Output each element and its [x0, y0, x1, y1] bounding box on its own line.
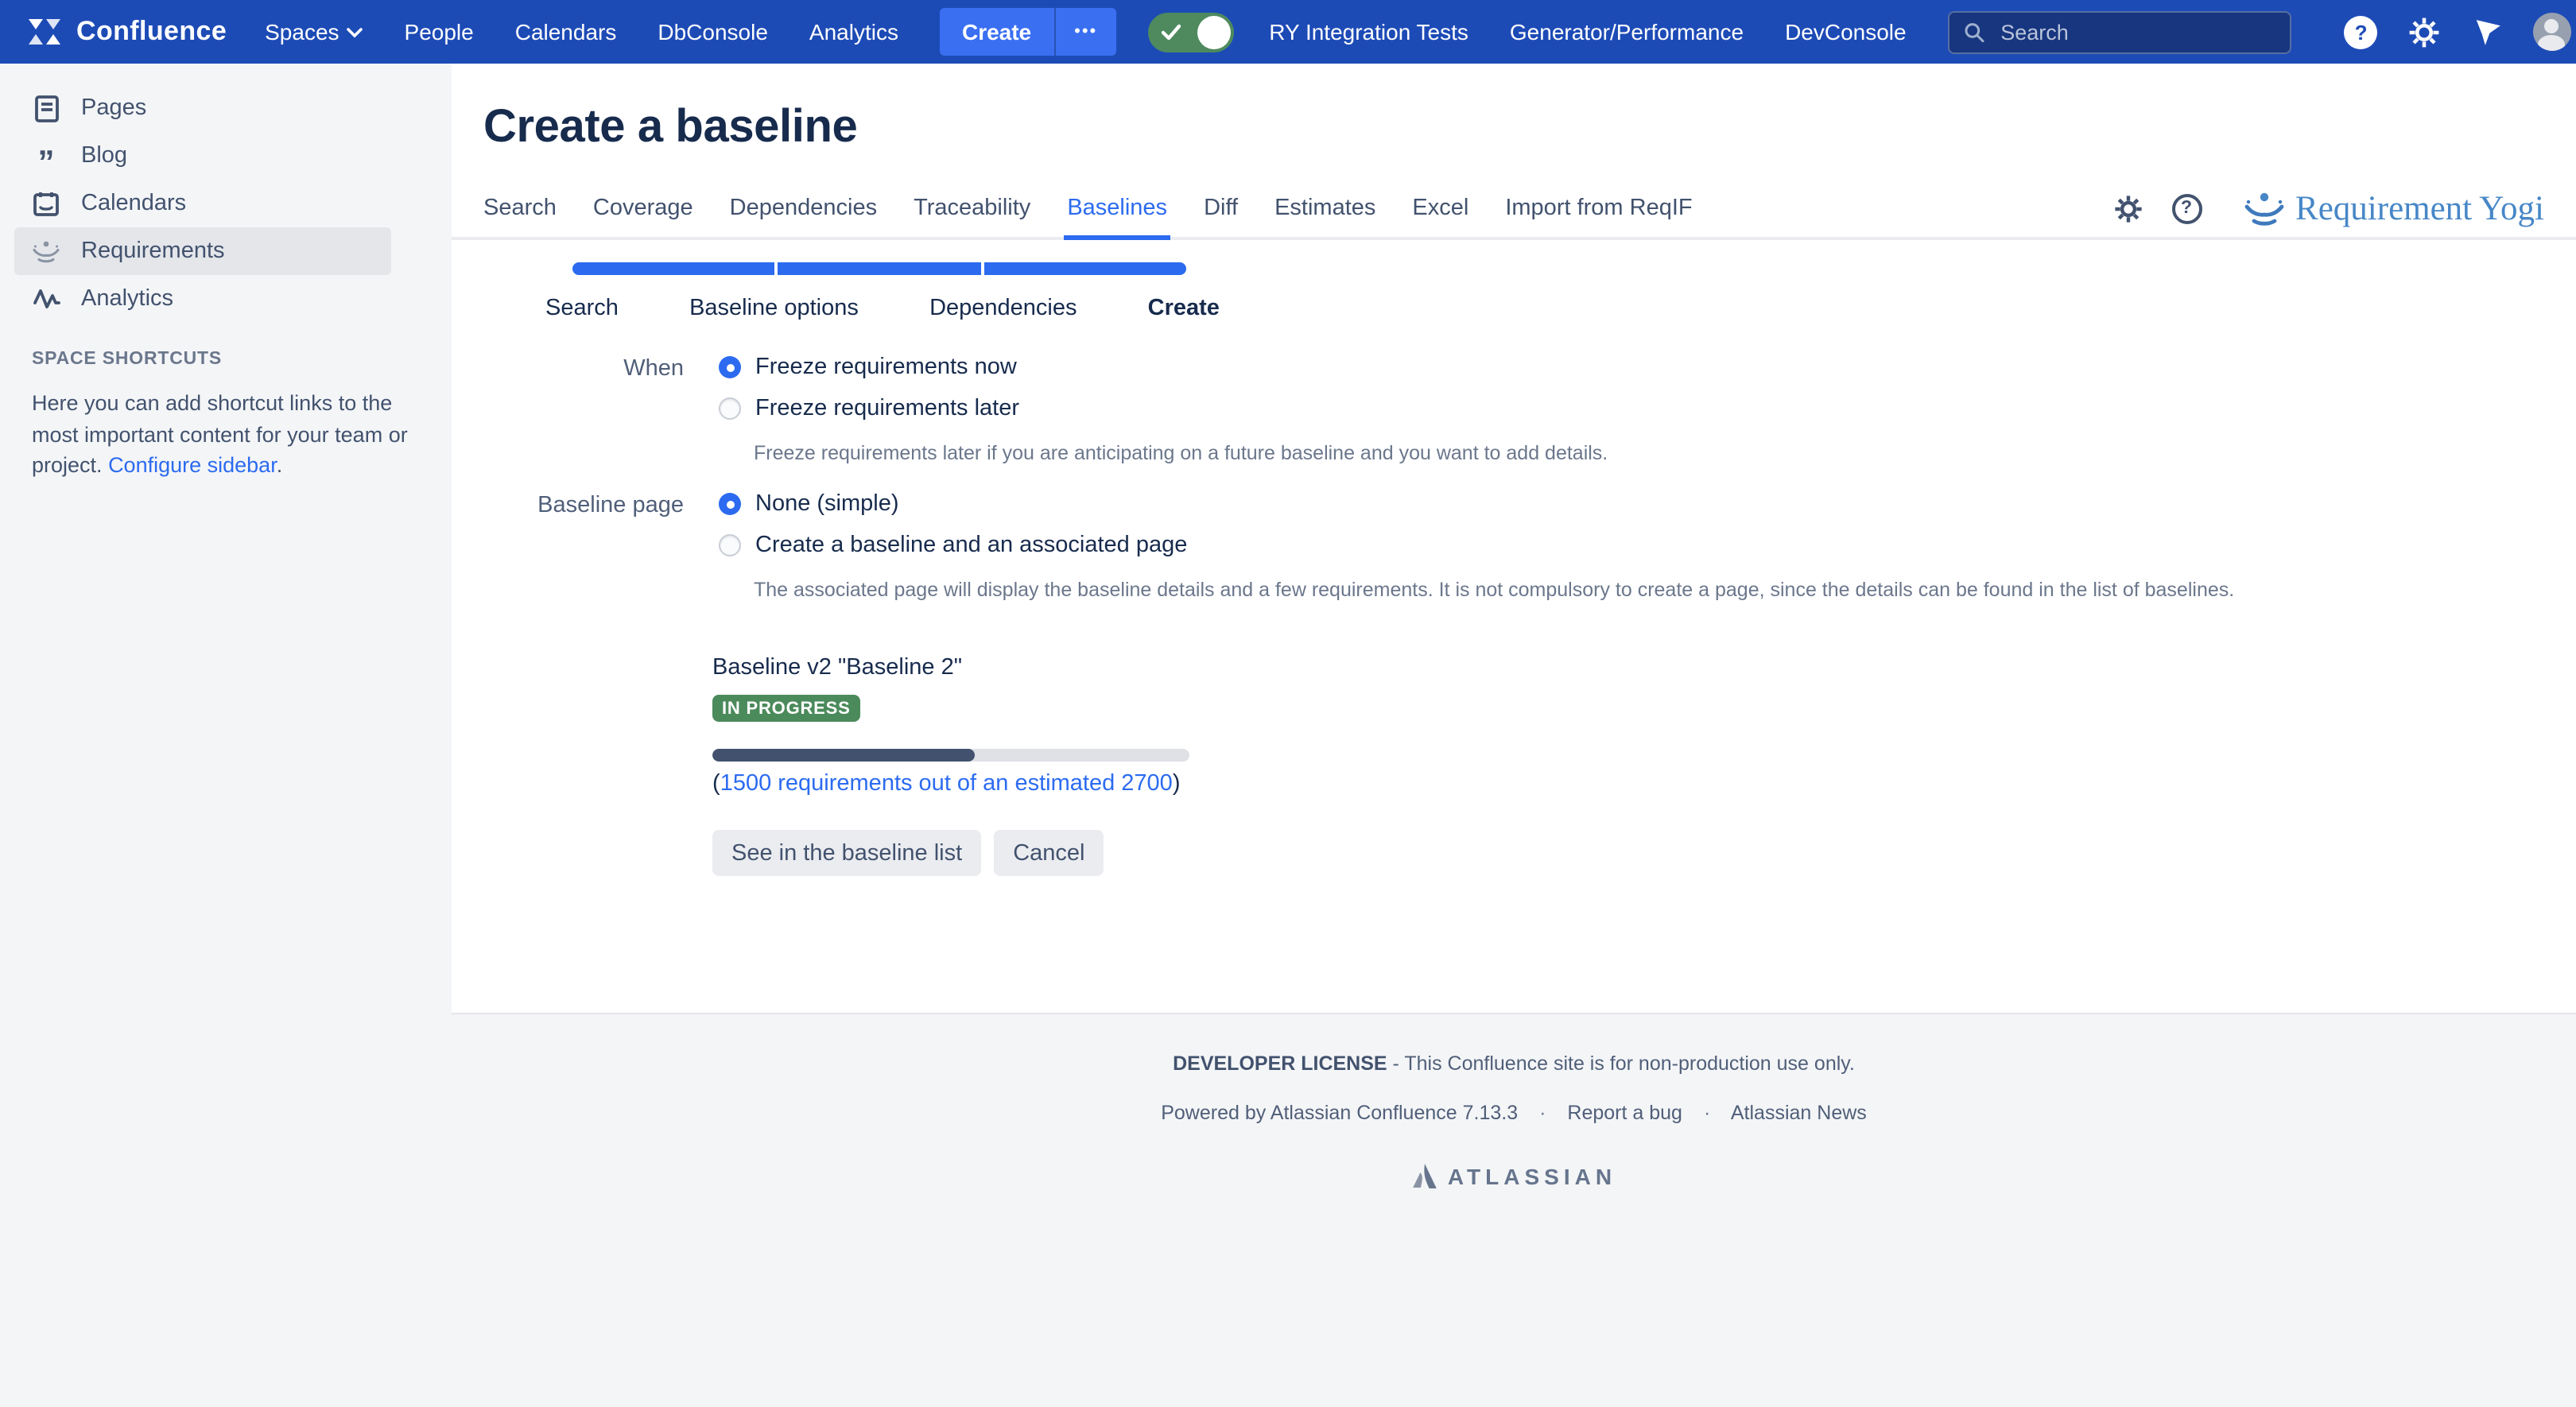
radio-checked-icon — [719, 493, 741, 515]
user-avatar[interactable] — [2533, 13, 2571, 51]
space-shortcuts-description: Here you can add shortcut links to the m… — [32, 388, 413, 481]
sidebar-item-calendars[interactable]: Calendars — [14, 180, 391, 227]
wizard-steps: Search Baseline options Dependencies Cre… — [545, 296, 1220, 321]
requirement-yogi-logo[interactable]: Requirement Yogi — [2243, 188, 2544, 228]
creation-progress-fill — [712, 749, 975, 762]
sidebar-item-pages[interactable]: Pages — [14, 84, 391, 132]
calendar-icon — [32, 191, 60, 216]
configure-sidebar-link[interactable]: Configure sidebar — [108, 453, 277, 477]
progress-caption: (1500 requirements out of an estimated 2… — [712, 771, 2576, 797]
wizard-step-create: Create — [1148, 296, 1220, 321]
feature-toggle[interactable] — [1148, 12, 1234, 52]
search-icon — [1964, 20, 1985, 44]
analytics-icon — [32, 288, 60, 310]
when-label: When — [452, 355, 684, 382]
settings-gear-icon[interactable] — [2406, 13, 2444, 51]
see-baseline-list-button[interactable]: See in the baseline list — [712, 830, 981, 876]
baseline-page-label: Baseline page — [452, 491, 684, 518]
feedback-icon[interactable] — [2469, 13, 2508, 51]
confluence-logo-icon — [25, 13, 64, 51]
radio-associated-page[interactable]: Create a baseline and an associated page — [719, 533, 2576, 558]
requirements-count-link[interactable]: 1500 requirements out of an estimated 27… — [720, 771, 1173, 797]
blog-icon: ” — [32, 141, 60, 171]
ry-help-icon[interactable]: ? — [2171, 193, 2202, 223]
creation-progress-bar — [712, 749, 1189, 762]
report-a-bug-link[interactable]: Report a bug — [1567, 1102, 1682, 1124]
radio-checked-icon — [719, 356, 741, 378]
tab-diff[interactable]: Diff — [1204, 180, 1238, 237]
when-help-text: Freeze requirements later if you are ant… — [754, 440, 2576, 467]
tab-estimates[interactable]: Estimates — [1274, 180, 1375, 237]
pages-icon — [32, 95, 60, 122]
atlassian-mark-icon — [1411, 1162, 1440, 1189]
yogi-logo-icon — [2243, 191, 2284, 226]
nav-dbconsole[interactable]: DbConsole — [658, 19, 768, 45]
nav-devconsole[interactable]: DevConsole — [1785, 19, 1907, 45]
main-content: Create a baseline Search Coverage Depend… — [452, 64, 2576, 1014]
wizard-step-dependencies[interactable]: Dependencies — [929, 296, 1077, 321]
chevron-down-icon — [347, 26, 363, 37]
sidebar-item-label: Analytics — [81, 286, 173, 312]
create-button[interactable]: Create — [940, 8, 1053, 56]
sidebar-item-label: Requirements — [81, 238, 225, 264]
tab-baselines[interactable]: Baselines — [1067, 180, 1167, 237]
radio-freeze-later[interactable]: Freeze requirements later — [719, 396, 2576, 421]
module-tabs: Search Coverage Dependencies Traceabilit… — [452, 180, 2576, 240]
sidebar-item-label: Pages — [81, 95, 146, 121]
atlassian-wordmark: ATLASSIAN — [1448, 1163, 1616, 1188]
nav-spaces[interactable]: Spaces — [265, 19, 363, 45]
license-notice: DEVELOPER LICENSE - This Confluence site… — [452, 1052, 2576, 1075]
atlassian-logo[interactable]: ATLASSIAN — [452, 1162, 2576, 1189]
wizard-step-baseline-options[interactable]: Baseline options — [689, 296, 859, 321]
nav-analytics[interactable]: Analytics — [809, 19, 898, 45]
powered-by-line: Powered by Atlassian Confluence 7.13.3 ·… — [452, 1102, 2576, 1124]
global-search[interactable] — [1948, 10, 2291, 53]
sidebar-item-analytics[interactable]: Analytics — [14, 275, 391, 323]
atlassian-news-link[interactable]: Atlassian News — [1731, 1102, 1867, 1124]
status-badge: IN PROGRESS — [712, 695, 860, 722]
tab-search[interactable]: Search — [483, 180, 557, 237]
yogi-icon — [32, 238, 60, 264]
tab-excel[interactable]: Excel — [1412, 180, 1468, 237]
radio-freeze-now[interactable]: Freeze requirements now — [719, 355, 2576, 380]
ry-settings-gear-icon[interactable] — [2112, 193, 2143, 223]
help-button[interactable]: ? — [2342, 13, 2380, 51]
baseline-name: Baseline v2 "Baseline 2" — [712, 655, 2576, 680]
toggle-knob — [1197, 15, 1231, 48]
nav-ry-integration-tests[interactable]: RY Integration Tests — [1269, 19, 1468, 45]
search-input[interactable] — [1997, 18, 2275, 45]
confluence-home-link[interactable]: Confluence — [25, 13, 227, 51]
tab-dependencies[interactable]: Dependencies — [730, 180, 877, 237]
page-title: Create a baseline — [483, 102, 2576, 154]
tab-coverage[interactable]: Coverage — [593, 180, 693, 237]
create-more-button[interactable]: ••• — [1053, 8, 1116, 56]
radio-unchecked-icon — [719, 534, 741, 556]
nav-calendars[interactable]: Calendars — [515, 19, 617, 45]
wizard-step-search[interactable]: Search — [545, 296, 619, 321]
baseline-form: When Freeze requirements now Freeze requ… — [452, 355, 2576, 628]
space-sidebar: Pages ” Blog Calendars Requirements Anal… — [0, 64, 452, 1407]
tab-traceability[interactable]: Traceability — [914, 180, 1030, 237]
baseline-page-help-text: The associated page will display the bas… — [754, 577, 2576, 604]
sidebar-item-blog[interactable]: ” Blog — [14, 132, 391, 180]
baseline-creation-status: Baseline v2 "Baseline 2" IN PROGRESS (15… — [712, 655, 2576, 876]
radio-none-simple[interactable]: None (simple) — [719, 491, 2576, 517]
space-shortcuts-heading: SPACE SHORTCUTS — [32, 350, 452, 369]
sidebar-item-requirements[interactable]: Requirements — [14, 227, 391, 275]
tab-import-from-reqif[interactable]: Import from ReqIF — [1505, 180, 1692, 237]
brand-name: Confluence — [76, 16, 227, 48]
page-footer: DEVELOPER LICENSE - This Confluence site… — [452, 1052, 2576, 1189]
sidebar-item-label: Calendars — [81, 191, 186, 216]
sidebar-item-label: Blog — [81, 143, 127, 169]
cancel-button[interactable]: Cancel — [994, 830, 1104, 876]
top-navigation: Confluence Spaces People Calendars DbCon… — [0, 0, 2576, 64]
confluence-app: Confluence Spaces People Calendars DbCon… — [0, 0, 2576, 1407]
nav-generator-performance[interactable]: Generator/Performance — [1510, 19, 1744, 45]
radio-unchecked-icon — [719, 397, 741, 420]
check-icon — [1161, 23, 1181, 41]
ry-brand-text: Requirement Yogi — [2295, 188, 2544, 228]
wizard-progress-bar — [572, 262, 1186, 275]
nav-people[interactable]: People — [405, 19, 474, 45]
